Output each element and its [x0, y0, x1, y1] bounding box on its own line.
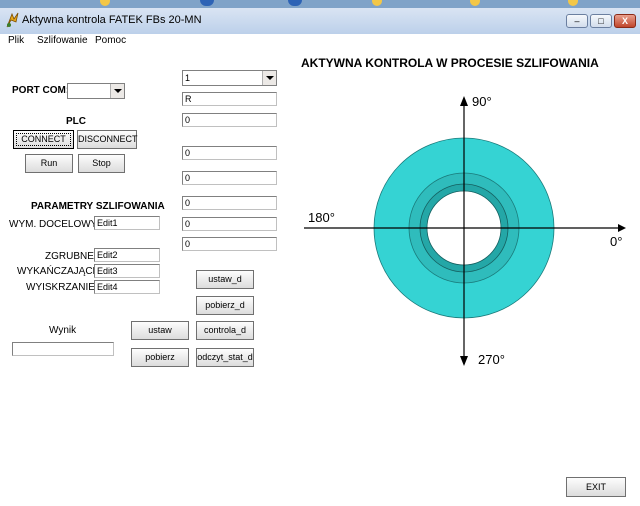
result-label: Wynik — [49, 325, 77, 336]
menu-pomoc[interactable]: Pomoc — [95, 35, 126, 46]
control-d-button[interactable]: controla_d — [196, 321, 254, 340]
sparkout-label: WYISKRZANIE: — [26, 282, 98, 293]
rough-label: ZGRUBNE: — [45, 251, 97, 262]
get-button[interactable]: pobierz — [131, 348, 189, 367]
connect-button[interactable]: CONNECT — [13, 130, 74, 149]
y-axis-arrow-up-icon — [460, 96, 468, 106]
exit-button[interactable]: EXIT — [566, 477, 626, 497]
angle-270-label: 270° — [478, 352, 505, 367]
finishing-input[interactable]: Edit3 — [94, 264, 160, 278]
app-icon — [6, 12, 19, 28]
maximize-button[interactable]: □ — [590, 14, 612, 28]
angle-180-label: 180° — [308, 210, 335, 225]
minimize-button[interactable]: – — [566, 14, 588, 28]
result-input[interactable] — [12, 342, 114, 356]
port-com-label: PORT COM: — [12, 85, 70, 96]
read-stat-d-button[interactable]: odczyt_stat_d — [196, 348, 254, 367]
angle-90-label: 90° — [472, 94, 492, 109]
value-field-5[interactable]: 0 — [182, 217, 277, 231]
stop-button[interactable]: Stop — [78, 154, 125, 173]
target-size-input[interactable]: Edit1 — [94, 216, 160, 230]
taskbar-folder-icon[interactable] — [372, 0, 382, 6]
rough-input[interactable]: Edit2 — [94, 248, 160, 262]
plc-label: PLC — [66, 116, 86, 127]
menu-plik[interactable]: Plik — [8, 35, 24, 46]
menu-bar: Plik Szlifowanie Pomoc — [0, 34, 640, 48]
target-size-label: WYM. DOCELOWY: — [9, 219, 100, 230]
disconnect-button[interactable]: DISCONNECT — [77, 130, 138, 149]
value-field-3[interactable]: 0 — [182, 171, 277, 185]
finishing-label: WYKAŃCZAJĄCE: — [17, 266, 103, 277]
run-button[interactable]: Run — [25, 154, 73, 173]
set-d-button[interactable]: ustaw_d — [196, 270, 254, 289]
taskbar-strip — [0, 0, 640, 8]
r-field[interactable]: R — [182, 92, 277, 106]
channel-select[interactable]: 1 — [182, 70, 277, 86]
chevron-down-icon[interactable] — [262, 71, 276, 85]
channel-value: 1 — [185, 73, 191, 83]
window-title: Aktywna kontrola FATEK FBs 20-MN — [22, 14, 202, 26]
ring-diagram: 90° 180° 0° 270° — [304, 94, 626, 367]
sparkout-input[interactable]: Edit4 — [94, 280, 160, 294]
value-field-6[interactable]: 0 — [182, 237, 277, 251]
y-axis-arrow-down-icon — [460, 356, 468, 366]
angle-0-label: 0° — [610, 234, 622, 249]
taskbar-folder-icon[interactable] — [100, 0, 110, 6]
menu-szlifowanie[interactable]: Szlifowanie — [37, 35, 88, 46]
value-field-1[interactable]: 0 — [182, 113, 277, 127]
params-heading: PARAMETRY SZLIFOWANIA — [31, 201, 165, 212]
taskbar-folder-icon[interactable] — [470, 0, 480, 6]
taskbar-folder-icon[interactable] — [568, 0, 578, 6]
get-d-button[interactable]: pobierz_d — [196, 296, 254, 315]
port-com-select[interactable] — [67, 83, 125, 99]
taskbar-app-icon[interactable] — [200, 0, 214, 6]
taskbar-app-icon[interactable] — [288, 0, 302, 6]
x-axis-arrow-icon — [618, 224, 626, 232]
title-bar[interactable]: Aktywna kontrola FATEK FBs 20-MN – □ X — [0, 8, 640, 35]
value-field-2[interactable]: 0 — [182, 146, 277, 160]
chevron-down-icon[interactable] — [110, 84, 124, 98]
close-button[interactable]: X — [614, 14, 636, 28]
diagram-title: AKTYWNA KONTROLA W PROCESIE SZLIFOWANIA — [301, 56, 599, 70]
set-button[interactable]: ustaw — [131, 321, 189, 340]
value-field-4[interactable]: 0 — [182, 196, 277, 210]
